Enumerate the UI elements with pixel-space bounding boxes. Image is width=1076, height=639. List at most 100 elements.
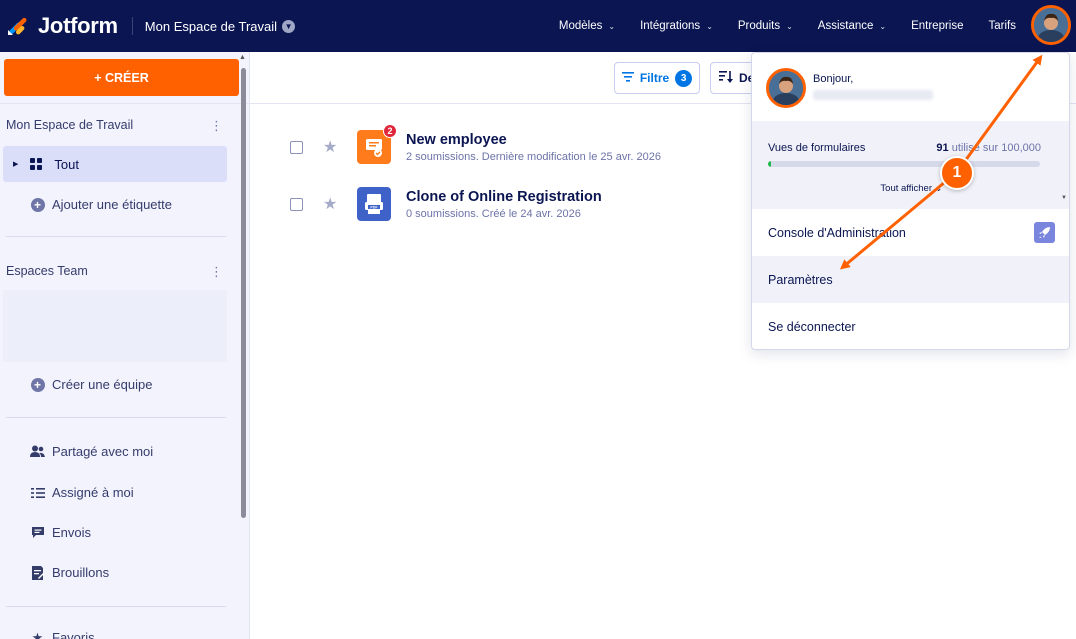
sidebar-item-drafts[interactable]: Brouillons	[30, 565, 109, 580]
workspace-name: Mon Espace de Travail	[144, 18, 278, 34]
menu-item-label: Console d'Administration	[768, 225, 906, 240]
filter-label: Filtre	[639, 71, 670, 85]
checklist-icon	[30, 485, 45, 500]
usage-used: 91	[936, 142, 949, 154]
form-title: Clone of Online Registration	[406, 188, 602, 205]
workspace-switcher[interactable]: Mon Espace de Travail ▼	[144, 18, 296, 34]
create-team-button[interactable]: + Créer une équipe	[30, 377, 152, 392]
filter-count-badge: 3	[675, 69, 693, 87]
create-team-label: Créer une équipe	[52, 377, 153, 392]
form-icon: PDF	[357, 187, 391, 221]
menu-item-admin-console[interactable]: Console d'Administration	[752, 209, 1069, 256]
nav-label: Produits	[737, 20, 781, 32]
sidebar-item-tout[interactable]: ▶ Tout	[3, 146, 227, 182]
sidebar-item-assigned[interactable]: Assigné à moi	[30, 485, 134, 500]
form-list-item[interactable]: ★ 2 New employee 2 soumissions. Dernière…	[290, 124, 661, 164]
logo-text: Jotform	[38, 13, 118, 38]
grid-icon	[30, 158, 43, 170]
users-icon	[30, 444, 45, 459]
form-checkbox[interactable]	[290, 197, 303, 211]
sidebar-item-shared[interactable]: Partagé avec moi	[30, 444, 153, 459]
nav-label: Intégrations	[640, 20, 701, 32]
menu-item-label: Paramètres	[768, 272, 833, 287]
approval-form-icon	[366, 139, 382, 157]
sidebar-item-label: Brouillons	[52, 565, 110, 580]
plus-circle-icon: +	[30, 197, 45, 212]
form-title: New employee	[406, 131, 507, 148]
chevron-down-icon: ⌄	[879, 21, 887, 31]
usage-suffix: utilisé sur 100,000	[951, 142, 1041, 154]
add-tag-label: Ajouter une étiquette	[52, 197, 172, 212]
jotform-logo[interactable]: Jotform	[6, 13, 118, 39]
menu-item-logout[interactable]: Se déconnecter	[752, 303, 1069, 349]
filter-icon	[621, 71, 634, 85]
show-all-button[interactable]: Tout afficher ⌄	[752, 183, 1069, 194]
chevron-down-icon: ⌄	[608, 21, 616, 31]
sidebar-item-favorites[interactable]: ★ Favoris	[30, 630, 95, 639]
teams-heading: Espaces Team	[6, 264, 88, 278]
message-icon	[30, 525, 45, 540]
step-number-badge: 1	[940, 156, 974, 190]
add-tag-button[interactable]: + Ajouter une étiquette	[30, 197, 172, 212]
star-icon[interactable]: ★	[323, 194, 339, 214]
header-divider	[131, 17, 133, 35]
svg-text:PDF: PDF	[370, 206, 378, 210]
account-dropdown: Bonjour, Vues de formulaires 91 utilisé …	[751, 52, 1070, 350]
draft-icon	[30, 565, 45, 580]
sidebar-item-submissions[interactable]: Envois	[30, 525, 91, 540]
usage-progress-bar	[768, 161, 1040, 167]
chevron-down-icon: ⌄	[934, 183, 943, 194]
nav-integrations[interactable]: Intégrations ⌄	[640, 20, 713, 32]
filter-button[interactable]: Filtre 3	[614, 62, 700, 94]
nav-label: Entreprise	[911, 20, 964, 32]
sidebar-divider	[0, 103, 250, 104]
nav-label: Tarifs	[988, 20, 1016, 32]
show-all-label: Tout afficher	[880, 183, 932, 194]
chevron-down-icon: ⌄	[786, 21, 793, 31]
usage-label: Vues de formulaires	[768, 142, 866, 154]
star-icon: ★	[31, 629, 44, 639]
form-subtitle: 0 soumissions. Créé le 24 avr. 2026	[406, 207, 581, 220]
form-icon: 2	[357, 124, 397, 164]
caret-right-icon[interactable]: ▶	[13, 160, 18, 168]
form-info: Clone of Online Registration 0 soumissio…	[406, 189, 602, 220]
form-list-item[interactable]: ★ PDF Clone of Online Registration 0 sou…	[290, 187, 602, 221]
top-nav: Modèles ⌄ Intégrations ⌄ Produits ⌄ Assista…	[534, 0, 1016, 52]
nav-modeles[interactable]: Modèles ⌄	[559, 20, 615, 32]
menu-item-label: Se déconnecter	[768, 319, 856, 334]
nav-assistance[interactable]: Assistance ⌄	[818, 20, 886, 32]
workspace-more-icon[interactable]: ⋮	[210, 118, 223, 134]
sidebar-item-label: Assigné à moi	[52, 485, 134, 500]
jotform-logo-icon	[6, 15, 30, 37]
usage-count: 91 utilisé sur 100,000	[936, 142, 1041, 154]
teams-more-icon[interactable]: ⋮	[210, 264, 223, 280]
nav-label: Assistance	[817, 20, 874, 32]
teams-list-placeholder	[3, 290, 227, 362]
create-button[interactable]: + CRÉER	[4, 59, 239, 96]
sidebar-item-label: Partagé avec moi	[52, 444, 154, 459]
workspace-heading: Mon Espace de Travail	[6, 118, 134, 132]
form-info: New employee 2 soumissions. Dernière mod…	[406, 132, 661, 163]
top-navigation-bar: Jotform Mon Espace de Travail ▼ Modèles ⌄…	[0, 0, 1076, 52]
form-checkbox[interactable]	[290, 140, 303, 154]
nav-label: Modèles	[558, 20, 603, 32]
star-icon[interactable]: ★	[323, 137, 339, 157]
sidebar-item-label: Envois	[52, 525, 92, 540]
sidebar-scrollbar[interactable]	[241, 68, 246, 518]
user-avatar	[766, 68, 806, 108]
menu-item-settings[interactable]: Paramètres	[752, 256, 1069, 303]
scroll-down-arrow-icon[interactable]: ▼	[1061, 195, 1067, 201]
nav-tarifs[interactable]: Tarifs	[989, 20, 1016, 32]
user-avatar-button[interactable]	[1031, 5, 1071, 45]
greeting: Bonjour,	[813, 73, 854, 85]
username-redacted	[813, 90, 933, 100]
scroll-up-arrow-icon[interactable]: ▲	[239, 54, 246, 61]
sidebar-item-label: Tout	[54, 156, 79, 172]
unread-count-badge: 2	[383, 124, 397, 138]
pdf-form-icon: PDF	[365, 194, 383, 214]
sort-icon	[719, 70, 733, 86]
nav-produits[interactable]: Produits ⌄	[738, 20, 793, 32]
sidebar-item-label: Favoris	[52, 630, 95, 639]
usage-panel: Vues de formulaires 91 utilisé sur 100,0…	[752, 121, 1069, 209]
nav-entreprise[interactable]: Entreprise	[911, 20, 963, 32]
